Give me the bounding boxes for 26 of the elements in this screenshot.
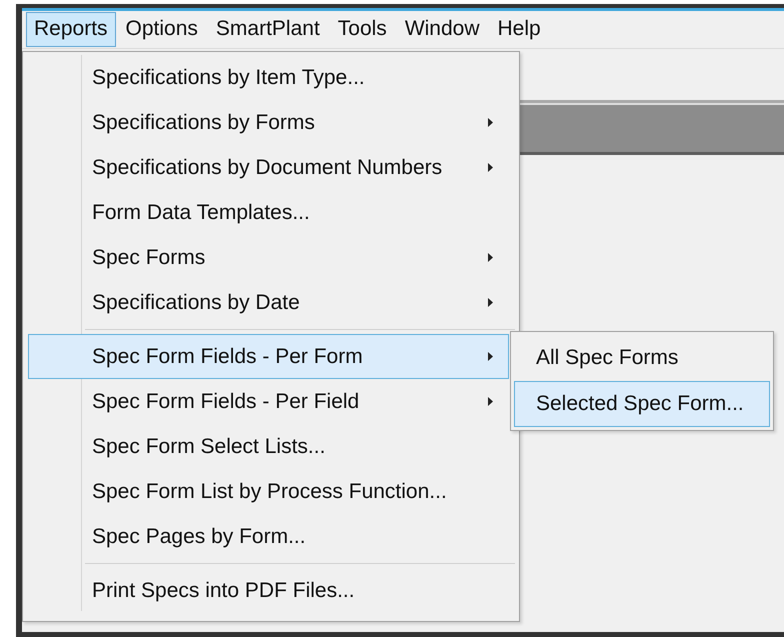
menu-bar-item[interactable]: Window [396,12,488,47]
menu-item[interactable]: Print Specs into PDF Files... [28,568,509,613]
menu-item[interactable]: All Spec Forms [514,335,770,381]
submenu-arrow-icon [487,351,494,362]
submenu-arrow-icon [487,117,494,128]
menu-item[interactable]: Spec Pages by Form... [28,514,509,559]
menu-item[interactable]: Selected Spec Form... [514,381,770,427]
submenu-arrow-icon [487,162,494,173]
menu-item[interactable]: Specifications by Item Type... [28,55,509,100]
menu-item[interactable]: Spec Form List by Process Function... [28,469,509,514]
menu-bar-item[interactable]: SmartPlant [208,12,328,47]
menu-item[interactable]: Specifications by Date [28,280,509,325]
submenu-arrow-icon [487,252,494,263]
menu-bar-item[interactable]: Help [490,12,549,47]
menu-item[interactable]: Spec Forms [28,235,509,280]
menu-item[interactable]: Spec Form Fields - Per Form [28,334,509,379]
menu-item[interactable]: Specifications by Document Numbers [28,145,509,190]
menu-item[interactable]: Spec Form Select Lists... [28,424,509,469]
menu-bar-item[interactable]: Tools [330,12,395,47]
menu-item[interactable]: Spec Form Fields - Per Field [28,379,509,424]
submenu-arrow-icon [487,396,494,407]
submenu-arrow-icon [487,297,494,308]
menu-item[interactable]: Form Data Templates... [28,190,509,235]
menu-bar-item[interactable]: Options [118,12,206,47]
menu-item[interactable]: Specifications by Forms [28,100,509,145]
menu-bar-item[interactable]: Reports [26,12,116,47]
